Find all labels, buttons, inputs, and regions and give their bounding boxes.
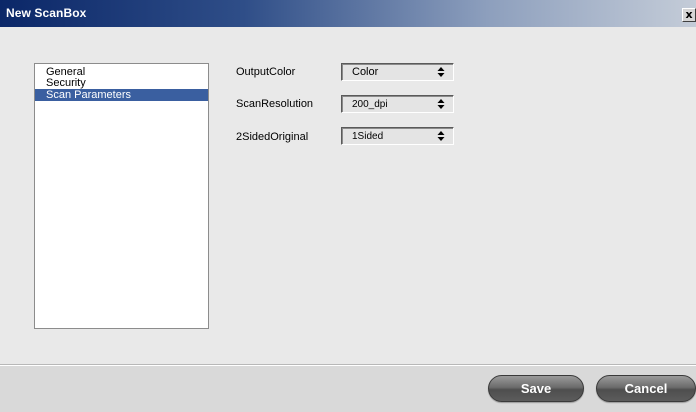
updown-arrow-icon xyxy=(436,65,446,79)
sidebar-item-security[interactable]: Security xyxy=(35,78,208,89)
window-title: New ScanBox xyxy=(6,6,87,20)
scan-resolution-label: ScanResolution xyxy=(236,98,314,110)
output-color-value: Color xyxy=(352,66,379,78)
save-button[interactable]: Save xyxy=(488,375,584,402)
close-button[interactable]: x xyxy=(682,8,696,22)
sidebar-item-label: Security xyxy=(46,77,86,89)
cancel-button[interactable]: Cancel xyxy=(596,375,696,402)
updown-arrow-icon xyxy=(436,97,446,111)
two-sided-original-select[interactable]: 1Sided xyxy=(341,127,454,145)
two-sided-original-value: 1Sided xyxy=(352,131,384,142)
sidebar-item-label: Scan Parameters xyxy=(46,89,131,101)
scan-resolution-value: 200_dpi xyxy=(352,99,388,110)
close-icon: x xyxy=(685,8,693,21)
two-sided-original-label: 2SidedOriginal xyxy=(236,131,309,143)
new-scanbox-dialog: New ScanBox x General Security Scan Para… xyxy=(0,0,696,412)
updown-arrow-icon xyxy=(436,129,446,143)
sidebar-item-scan-parameters[interactable]: Scan Parameters xyxy=(35,89,208,101)
dialog-footer: Save Cancel xyxy=(0,366,696,412)
title-bar[interactable]: New ScanBox x xyxy=(0,0,696,27)
output-color-select[interactable]: Color xyxy=(341,63,454,81)
output-color-label: OutputColor xyxy=(236,66,296,78)
settings-category-list[interactable]: General Security Scan Parameters xyxy=(34,63,209,329)
scan-resolution-select[interactable]: 200_dpi xyxy=(341,95,454,113)
